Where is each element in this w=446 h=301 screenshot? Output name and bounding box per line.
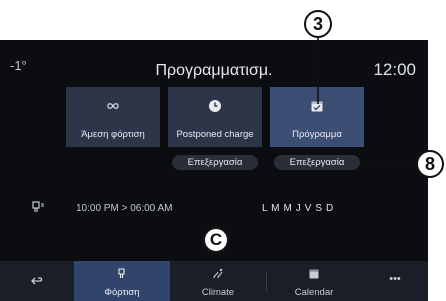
- nav-climate-tab[interactable]: Climate: [170, 261, 266, 301]
- mode-schedule-button[interactable]: Πρόγραμμα: [270, 87, 364, 147]
- edit-postponed-button[interactable]: Επεξεργασία: [172, 155, 258, 170]
- schedule-days: L M M J V S D: [262, 203, 334, 214]
- charging-schedule-screen: -1° Προγραμματισμ. 12:00 Άμεση φόρτιση P…: [0, 40, 428, 301]
- charging-plug-icon: [32, 201, 44, 212]
- mode-instant-charge-button[interactable]: Άμεση φόρτιση: [66, 87, 160, 147]
- nav-label: Φόρτιση: [104, 287, 140, 298]
- schedule-time-range[interactable]: 10:00 PM > 06:00 AM: [76, 203, 172, 214]
- more-icon: •••: [389, 273, 401, 285]
- nav-label: Climate: [201, 287, 235, 298]
- climate-icon: [213, 268, 223, 279]
- mode-label: Πρόγραμμα: [292, 129, 342, 140]
- nav-back-button[interactable]: [0, 261, 74, 301]
- clock: 12:00: [373, 60, 416, 79]
- bottom-nav-bar: Φόρτιση Climate Calendar •••: [0, 261, 428, 301]
- page-title: Προγραμματισμ.: [155, 62, 273, 79]
- callout-c: C: [202, 226, 230, 254]
- back-arrow-icon: [31, 277, 43, 285]
- calendar-check-icon: [311, 101, 323, 112]
- callout-3: 3: [304, 10, 332, 38]
- charging-plug-icon: [118, 268, 125, 278]
- nav-calendar-tab[interactable]: Calendar: [266, 261, 362, 301]
- callout-8: 8: [416, 150, 444, 178]
- mode-postponed-charge-button[interactable]: Postponed charge: [168, 87, 262, 147]
- mode-label: Postponed charge: [176, 129, 254, 140]
- clock-icon: [209, 100, 221, 112]
- nav-charging-tab[interactable]: Φόρτιση: [74, 261, 170, 301]
- infinity-icon: [107, 103, 119, 109]
- nav-label: Calendar: [294, 287, 334, 298]
- nav-more-button[interactable]: •••: [362, 261, 428, 301]
- calendar-icon: [309, 269, 319, 279]
- mode-label: Άμεση φόρτιση: [81, 129, 145, 140]
- edit-schedule-button[interactable]: Επεξεργασία: [274, 155, 360, 170]
